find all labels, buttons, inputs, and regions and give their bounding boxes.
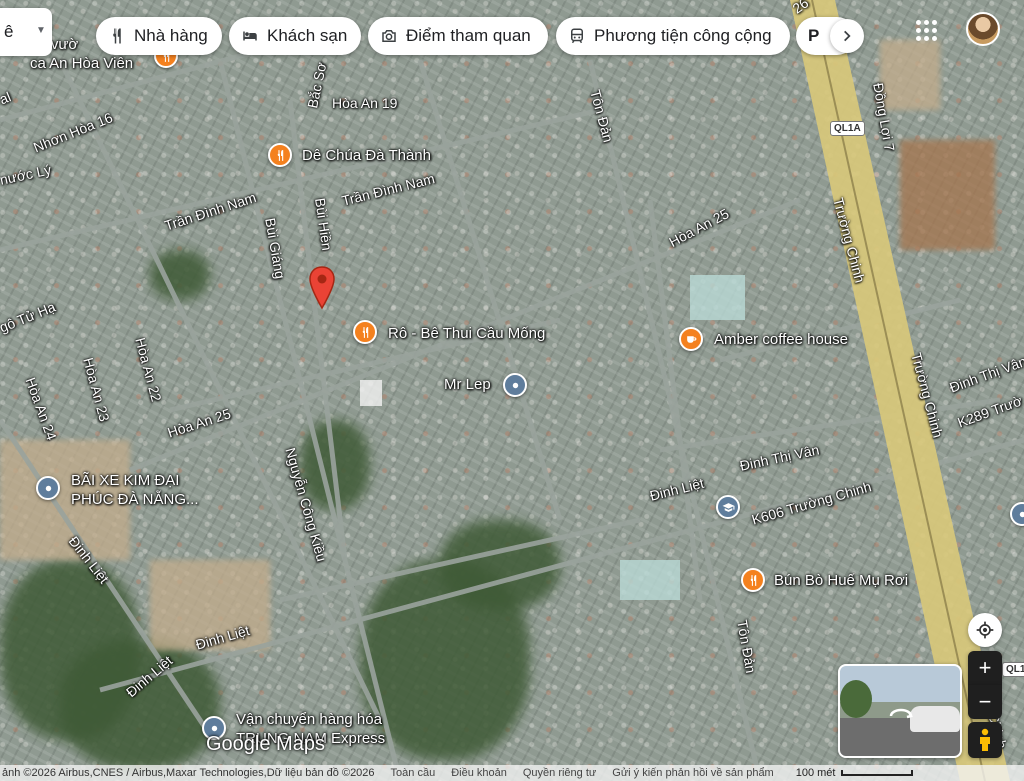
transit-icon — [571, 28, 583, 44]
place-pin[interactable] — [36, 476, 60, 500]
hotel-icon — [243, 31, 257, 41]
fork-knife-icon — [362, 326, 368, 338]
place-dot-icon — [45, 485, 51, 491]
chip-transit[interactable]: Phương tiện công cộng — [556, 17, 790, 55]
footer-bar: ảnh ©2026 Airbus,CNES / Airbus,Maxar Tec… — [0, 765, 1024, 781]
poi-label[interactable]: Rô - Bê Thui Cầu Mống — [388, 325, 545, 344]
graduation-cap-icon — [722, 502, 734, 512]
restaurant-pin[interactable] — [353, 320, 377, 344]
my-location-button[interactable] — [968, 613, 1002, 647]
crosshair-icon — [976, 621, 994, 639]
chips-scroll-right-button[interactable] — [830, 19, 864, 53]
chip-restaurants[interactable]: Nhà hàng — [96, 17, 222, 55]
search-box-stub[interactable]: ê ▼ — [0, 8, 52, 56]
restaurant-pin[interactable] — [268, 143, 292, 167]
school-pin[interactable] — [716, 495, 740, 519]
rotate-arrow-icon — [889, 708, 913, 719]
poi-label[interactable]: Bún Bò Huế Mụ Rơi — [774, 572, 908, 591]
chip-attractions[interactable]: Điểm tham quan — [368, 17, 548, 55]
coffee-cup-icon — [686, 335, 696, 343]
fork-knife-icon — [750, 574, 756, 586]
poi-label[interactable]: Dê Chúa Đà Thành — [302, 147, 431, 166]
pegman-icon — [980, 728, 990, 751]
search-text-fragment: ê — [4, 22, 14, 41]
chip-hotels[interactable]: Khách sạn — [229, 17, 361, 55]
caret-down-icon[interactable]: ▼ — [36, 25, 46, 36]
poi-label[interactable]: Mr Lep — [444, 376, 491, 395]
apps-grid-icon[interactable] — [914, 18, 938, 42]
place-pin[interactable] — [503, 373, 527, 397]
chevron-right-icon — [844, 30, 851, 42]
car-shape — [910, 706, 960, 732]
street-label: Hòa An 19 — [332, 95, 398, 111]
zoom-out-button[interactable]: − — [968, 685, 1002, 719]
highway-shield: QL1 — [1002, 662, 1024, 677]
tree-shape — [840, 680, 872, 718]
restaurant-icon — [113, 28, 121, 44]
highway-shield: QL1A — [830, 121, 865, 136]
fork-knife-icon — [277, 149, 283, 161]
footer-link-global[interactable]: Toàn cầu — [383, 767, 444, 779]
place-dot-icon — [1019, 511, 1024, 517]
scale-bar[interactable]: 100 mét — [788, 767, 922, 779]
poi-label[interactable]: BÃI XE KIM ĐẠI PHÚC ĐÀ NẴNG... — [71, 472, 199, 510]
attribution-text: ảnh ©2026 Airbus,CNES / Airbus,Maxar Tec… — [2, 767, 375, 779]
google-maps-logo: Google Maps — [206, 733, 325, 755]
pegman-button[interactable] — [968, 722, 1002, 758]
account-avatar[interactable] — [966, 12, 1000, 46]
footer-link-feedback[interactable]: Gửi ý kiến phản hồi về sản phẩm — [604, 767, 781, 779]
zoom-in-button[interactable]: + — [968, 651, 1002, 685]
cafe-pin[interactable] — [679, 327, 703, 351]
location-marker-icon[interactable] — [308, 266, 336, 310]
camera-icon — [382, 30, 396, 42]
restaurant-pin[interactable] — [741, 568, 765, 592]
street-view-preview[interactable] — [838, 664, 962, 758]
place-dot-icon — [512, 382, 518, 388]
poi-label[interactable]: Amber coffee house — [714, 331, 848, 350]
footer-link-terms[interactable]: Điều khoản — [443, 767, 515, 779]
footer-link-privacy[interactable]: Quyền riêng tư — [515, 767, 604, 779]
